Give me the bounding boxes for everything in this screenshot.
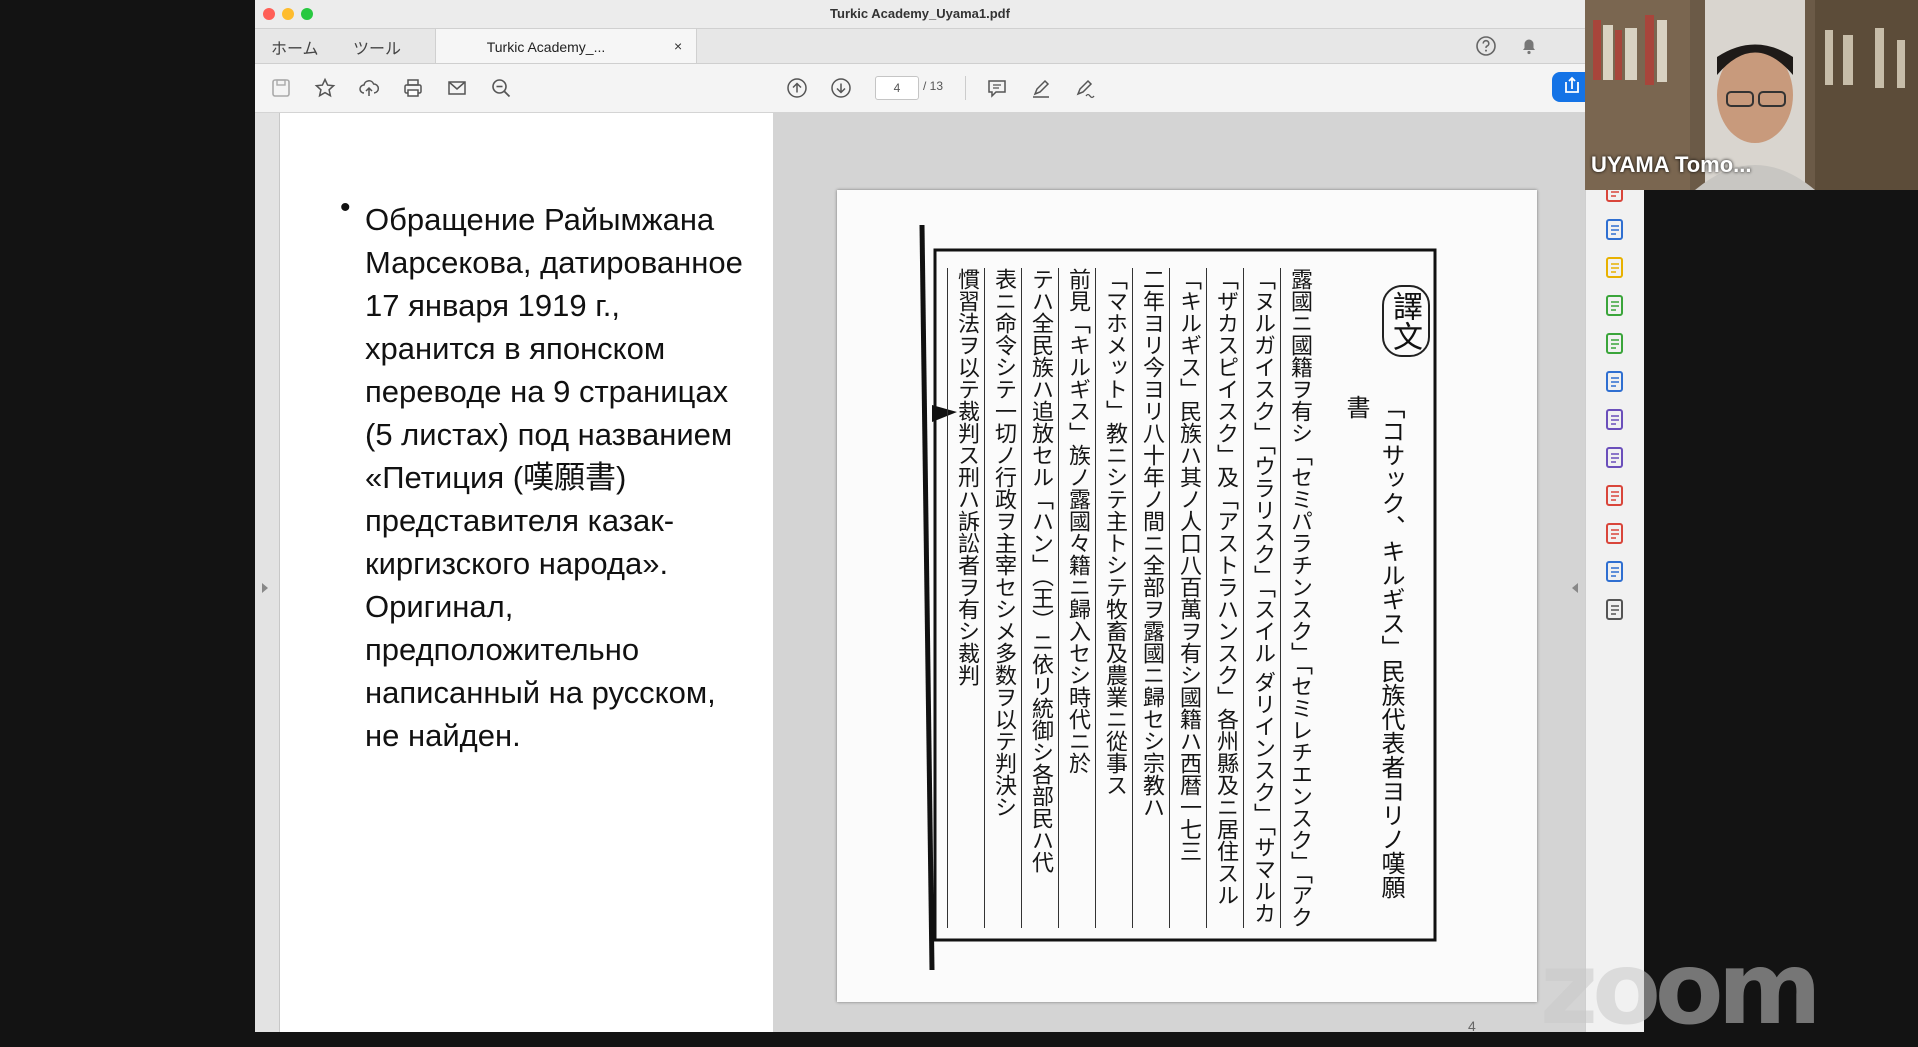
scan-text-column: 露國ニ國籍ヲ有シ「セミパラチンスク」「セミレチエンスク」「アクモリンスク」 — [1280, 268, 1318, 928]
title-bar: Turkic Academy_Uyama1.pdf — [255, 0, 1585, 29]
tab-document[interactable]: Turkic Academy_... × — [435, 29, 697, 63]
help-icon[interactable] — [1475, 35, 1497, 62]
comment-icon[interactable] — [983, 74, 1011, 102]
print-icon[interactable] — [399, 74, 427, 102]
bell-icon[interactable] — [1519, 36, 1539, 61]
sign-icon[interactable] — [1071, 74, 1099, 102]
zoom-out-icon[interactable] — [487, 74, 515, 102]
request-signature-icon[interactable] — [1602, 521, 1628, 547]
zoom-watermark: zoom — [1540, 930, 1822, 1047]
share-button[interactable] — [1552, 72, 1585, 102]
right-tools-panel — [1572, 113, 1644, 1032]
protect-icon[interactable] — [1602, 369, 1628, 395]
page-number-input[interactable]: 4 — [875, 76, 919, 100]
left-panel-collapsed[interactable] — [255, 113, 280, 1032]
print-production-icon[interactable] — [1602, 331, 1628, 357]
scanned-document-image: 譯文 「コサック、キルギス」民族代表者ヨリノ嘆願書 露國ニ國籍ヲ有シ「セミパラチ… — [837, 190, 1537, 1002]
close-tab-icon[interactable]: × — [674, 38, 682, 54]
scan-text-column: 二年ヨリ今ヨリ八十年ノ間ニ全部ヲ露國ニ歸セシ宗教ハ — [1132, 268, 1170, 928]
expand-left-panel-icon[interactable] — [262, 583, 268, 593]
cloud-upload-icon[interactable] — [355, 74, 383, 102]
document-viewer[interactable]: • Обращение Райымжана Марсекова, датиров… — [255, 113, 1585, 1032]
customize-tools-icon[interactable] — [1602, 597, 1628, 623]
acrobat-window: Turkic Academy_Uyama1.pdf ホーム ツール Turkic… — [255, 0, 1585, 1032]
slide-text-column: • Обращение Райымжана Марсекова, датиров… — [280, 113, 773, 1032]
tab-bar: ホーム ツール Turkic Academy_... × — [255, 29, 1585, 64]
scan-text-column: 前見「キルギス」族ノ露國々籍ニ歸入セシ時代ニ於 — [1058, 268, 1096, 928]
highlight-pen-icon[interactable] — [1027, 74, 1055, 102]
slide-body-text: Обращение Райымжана Марсекова, датирован… — [365, 202, 743, 753]
bullet-marker: • — [340, 191, 351, 224]
edit-pdf-icon[interactable] — [1602, 293, 1628, 319]
page-down-icon[interactable] — [827, 74, 855, 102]
mail-icon[interactable] — [443, 74, 471, 102]
participant-name: UYAMA Tomo... — [1591, 152, 1752, 177]
scan-text-columns: 露國ニ國籍ヲ有シ「セミパラチンスク」「セミレチエンスク」「アクモリンスク」「ヌル… — [947, 260, 1317, 935]
document-tab-label: Turkic Academy_... — [486, 39, 606, 55]
scan-title-line: 「コサック、キルギス」民族代表者ヨリノ嘆願書 — [1342, 395, 1405, 899]
page-up-icon[interactable] — [783, 74, 811, 102]
slide-page-number: 4 — [1468, 1018, 1476, 1032]
slide-page: • Обращение Райымжана Марсекова, датиров… — [280, 113, 1580, 1032]
tab-home[interactable]: ホーム — [271, 35, 319, 59]
redact-icon[interactable] — [1602, 483, 1628, 509]
scan-text-column: テハ全民族ハ追放セル「ハン」（王）ニ依リ統御シ各部民ハ代 — [1021, 268, 1059, 928]
page-total-label: / 13 — [923, 79, 944, 93]
compress-icon[interactable] — [1602, 559, 1628, 585]
scan-text-column: 慣習法ヲ以テ裁判ス刑ハ訴訟者ヲ有シ裁判 — [947, 268, 985, 928]
toolbar-divider — [965, 76, 966, 100]
toolbar: 4 / 13 — [255, 64, 1585, 113]
fill-sign-icon[interactable] — [1602, 407, 1628, 433]
participant-video[interactable]: UYAMA Tomo... — [1585, 0, 1918, 190]
scan-text-column: 「ザカスピイスク」及「アストラハンスク」各州縣及ニ居住スル「コサック」 — [1206, 268, 1244, 928]
tab-tools[interactable]: ツール — [353, 35, 401, 59]
scan-heading: 譯文 — [1382, 285, 1430, 357]
more-tools-icon[interactable] — [1602, 445, 1628, 471]
create-pdf-icon[interactable] — [1602, 217, 1628, 243]
save-icon[interactable] — [267, 74, 295, 102]
star-icon[interactable] — [311, 74, 339, 102]
collapse-right-panel-icon[interactable] — [1572, 583, 1578, 593]
comment-icon[interactable] — [1602, 255, 1628, 281]
scan-text-column: 「マホメット」教ニシテ主トシテ牧畜及農業ニ從事ス — [1095, 268, 1133, 928]
scan-text-column: 「キルギス」民族ハ其ノ人口八百萬ヲ有シ國籍ハ西暦一七三 — [1169, 268, 1207, 928]
scan-text-column: 「ヌルガイスク」「ウラリスク」「スイル ダリインスク」「サマルカンドスク」「ヘル… — [1243, 268, 1281, 928]
scan-text-column: 表ニ命令シテ一切ノ行政ヲ主宰セシメ多数ヲ以テ判決シ — [984, 268, 1022, 928]
slide-image-column: 譯文 「コサック、キルギス」民族代表者ヨリノ嘆願書 露國ニ國籍ヲ有シ「セミパラチ… — [773, 113, 1580, 1032]
window-title: Turkic Academy_Uyama1.pdf — [830, 6, 1010, 21]
